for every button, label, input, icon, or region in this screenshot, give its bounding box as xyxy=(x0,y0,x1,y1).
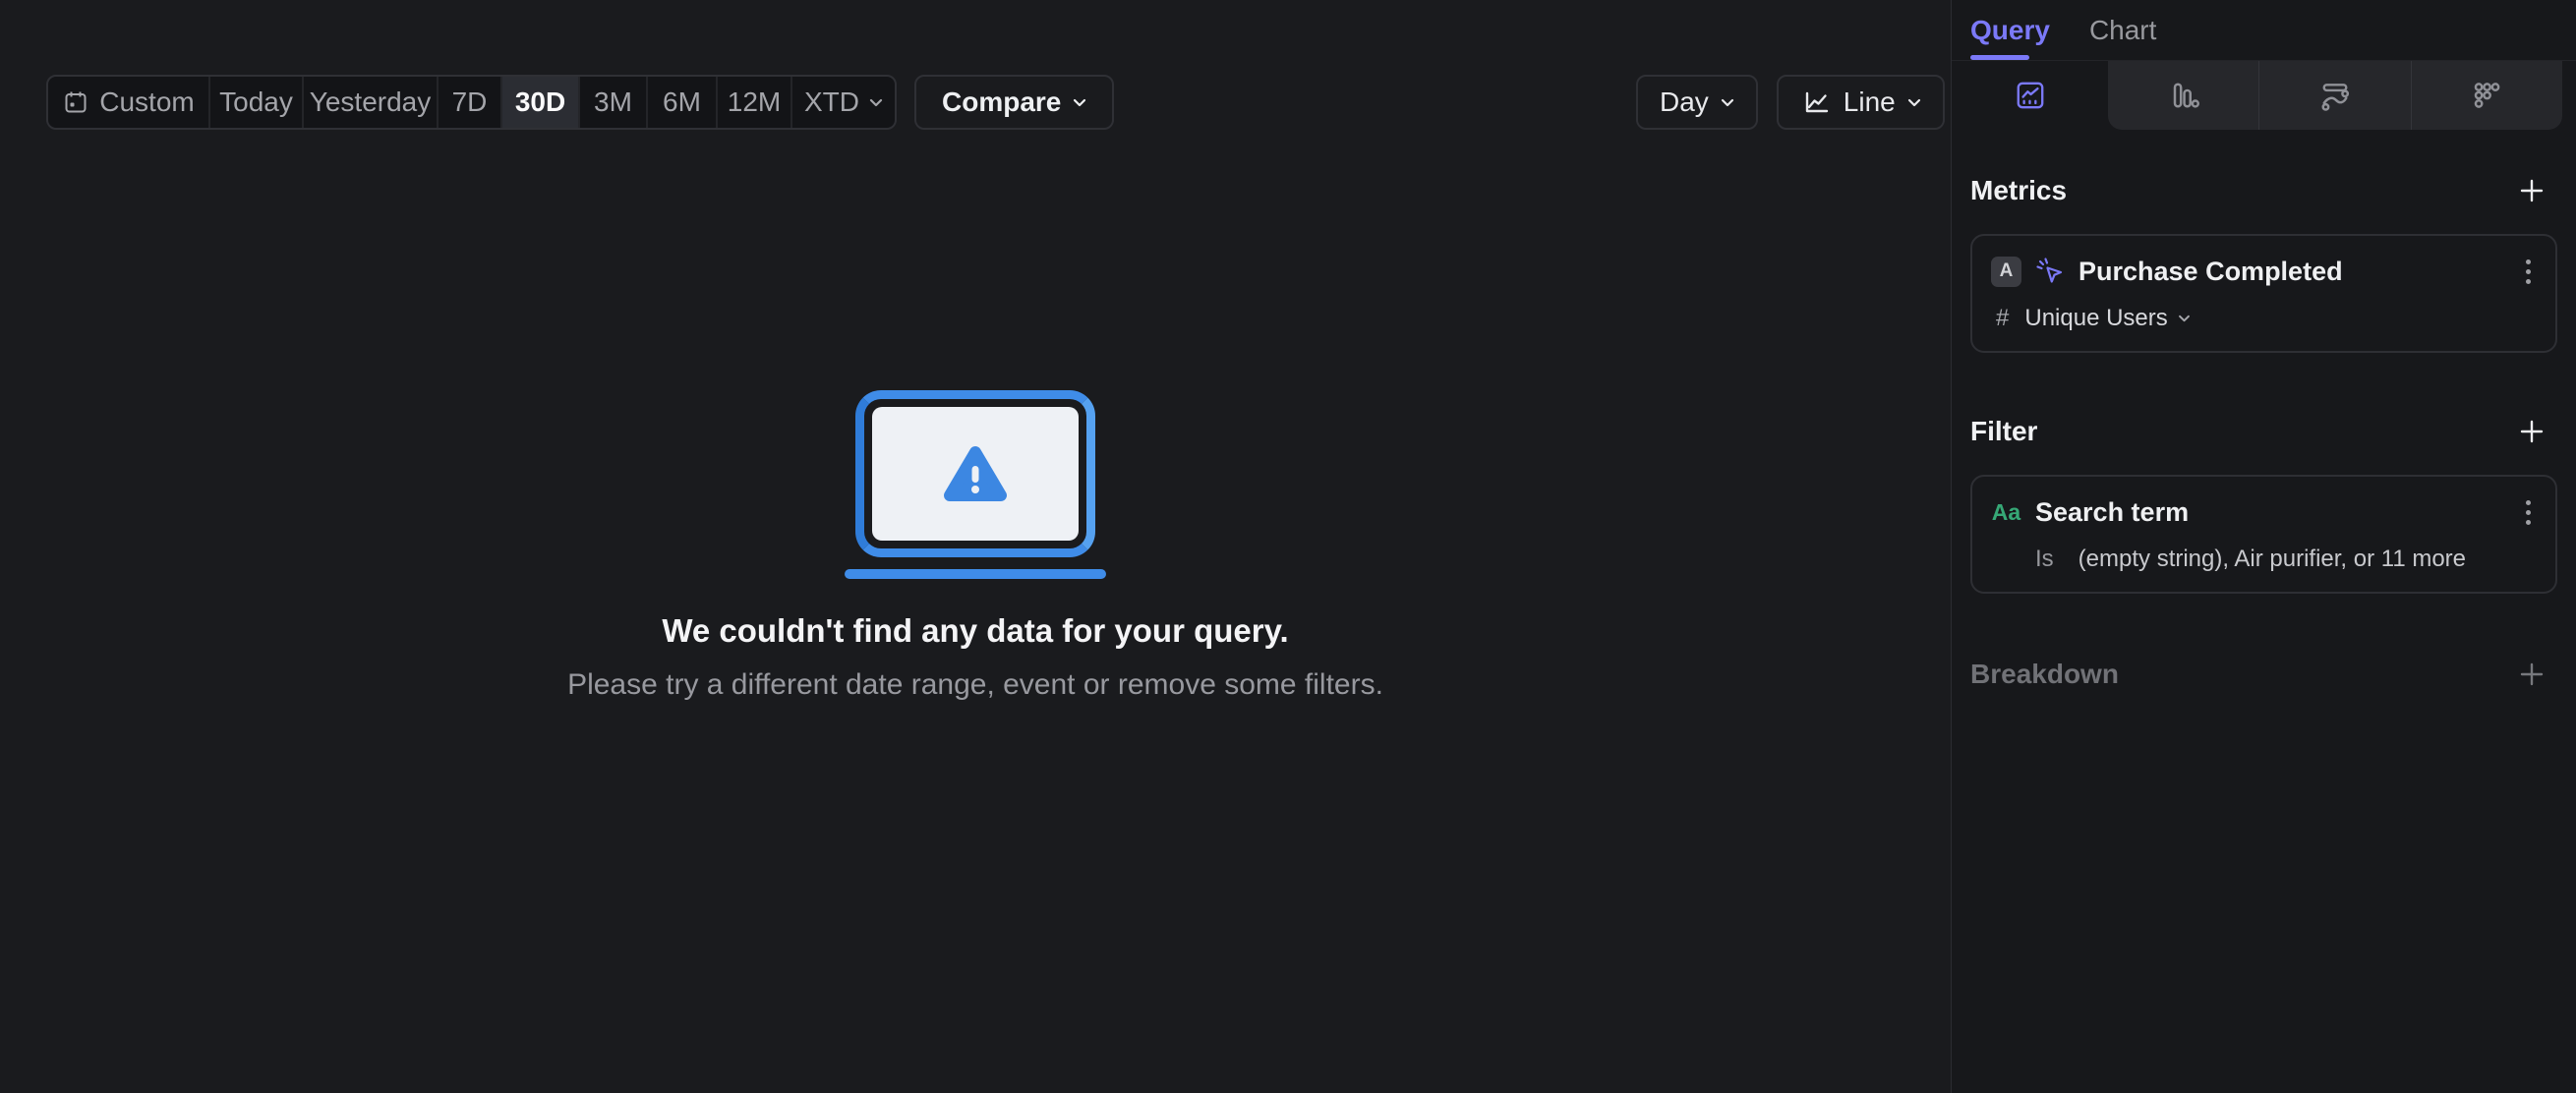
metrics-title: Metrics xyxy=(1970,175,2068,205)
active-tab-underline xyxy=(1970,55,2029,60)
chart-type-dropdown[interactable]: Line xyxy=(1776,75,1945,130)
granularity-value: Day xyxy=(1660,86,1709,117)
plus-icon xyxy=(2519,178,2545,203)
date-range-3m-button[interactable]: 3M xyxy=(580,77,648,128)
metric-options-kebab-button[interactable] xyxy=(2522,256,2535,288)
line-chart-icon xyxy=(1800,86,1832,118)
compare-button[interactable]: Compare xyxy=(914,75,1115,130)
plus-icon xyxy=(2519,662,2545,687)
date-range-custom-button[interactable]: Custom xyxy=(48,77,210,128)
chevron-down-icon xyxy=(2178,315,2191,322)
breakdown-title: Breakdown xyxy=(1970,659,2119,689)
date-range-12m-button[interactable]: 12M xyxy=(718,77,792,128)
metric-card[interactable]: A Purchase Completed # Unique Users xyxy=(1970,234,2557,353)
tab-flows[interactable] xyxy=(2258,61,2410,130)
tab-retention[interactable] xyxy=(2410,61,2562,130)
visualization-tab-strip xyxy=(1952,61,2576,130)
tab-insights[interactable] xyxy=(1952,61,2108,130)
metric-event-name: Purchase Completed xyxy=(2078,256,2343,286)
retention-dots-icon xyxy=(2469,78,2504,113)
chart-controls: Day Line xyxy=(1636,75,1945,130)
date-range-label: Today xyxy=(219,86,293,117)
date-range-label: Yesterday xyxy=(309,86,432,117)
string-property-type-icon: Aa xyxy=(1991,498,2021,525)
date-range-label: 12M xyxy=(727,86,782,117)
date-range-today-button[interactable]: Today xyxy=(210,77,304,128)
metric-card-main-row: A Purchase Completed xyxy=(1991,253,2537,290)
empty-state: We couldn't find any data for your query… xyxy=(0,390,1951,702)
aggregation-value: Unique Users xyxy=(2024,305,2168,331)
date-range-label: 7D xyxy=(451,86,488,117)
chevron-down-icon xyxy=(869,98,883,107)
empty-state-title: We couldn't find any data for your query… xyxy=(662,612,1289,649)
flows-icon xyxy=(2317,78,2353,113)
aggregation-dropdown[interactable]: Unique Users xyxy=(2024,305,2190,332)
add-metric-button[interactable] xyxy=(2514,173,2549,208)
click-event-icon xyxy=(2035,257,2065,286)
metrics-section-header: Metrics xyxy=(1970,173,2557,208)
tab-chart-label: Chart xyxy=(2088,14,2157,45)
date-range-30d-button[interactable]: 30D xyxy=(502,77,580,128)
laptop-warning-illustration xyxy=(855,390,1095,557)
tab-query-label: Query xyxy=(1970,14,2050,45)
date-range-label: 6M xyxy=(663,86,701,117)
filter-card[interactable]: Aa Search term Is (empty string), Air pu… xyxy=(1970,475,2557,594)
chart-type-value: Line xyxy=(1843,86,1896,117)
inactive-visualization-tabs xyxy=(2108,61,2562,130)
insights-line-chart-icon xyxy=(2014,79,2047,112)
date-range-label: 3M xyxy=(594,86,632,117)
date-range-group: Custom Today Yesterday 7D 30D 3M 6M 12M … xyxy=(46,75,897,130)
app-root: Custom Today Yesterday 7D 30D 3M 6M 12M … xyxy=(0,0,2576,1093)
filter-operator[interactable]: Is xyxy=(2035,546,2054,573)
filter-condition-row: Is (empty string), Air purifier, or 11 m… xyxy=(1991,546,2537,573)
tab-funnels[interactable] xyxy=(2108,61,2258,130)
date-range-6m-button[interactable]: 6M xyxy=(648,77,718,128)
chevron-down-icon xyxy=(1073,98,1086,107)
filter-card-main-row: Aa Search term xyxy=(1991,493,2537,531)
warning-triangle-icon xyxy=(942,444,1009,503)
add-filter-button[interactable] xyxy=(2514,414,2549,449)
sidebar-header: Query Chart xyxy=(1952,0,2576,61)
date-range-xtd-button[interactable]: XTD xyxy=(792,77,895,128)
filter-options-kebab-button[interactable] xyxy=(2522,496,2535,529)
series-letter-badge: A xyxy=(1991,256,2021,287)
breakdown-section-header: Breakdown xyxy=(1970,657,2557,692)
funnel-bars-icon xyxy=(2166,78,2201,113)
plus-icon xyxy=(2519,419,2545,444)
filter-values-summary[interactable]: (empty string), Air purifier, or 11 more xyxy=(2078,546,2466,573)
date-range-yesterday-button[interactable]: Yesterday xyxy=(304,77,439,128)
query-panel: Metrics A Purchase Completed # Unique Us… xyxy=(1952,173,2576,692)
chevron-down-icon xyxy=(1907,98,1921,107)
filter-section-header: Filter xyxy=(1970,414,2557,449)
date-range-7d-button[interactable]: 7D xyxy=(439,77,502,128)
filter-title: Filter xyxy=(1970,416,2038,446)
query-sidebar: Query Chart Metrics A Purchase Completed… xyxy=(1951,0,2576,1093)
date-range-label: 30D xyxy=(514,86,566,117)
tab-chart[interactable]: Chart xyxy=(2089,15,2156,46)
laptop-base xyxy=(845,569,1106,579)
granularity-dropdown[interactable]: Day xyxy=(1636,75,1758,130)
add-breakdown-button[interactable] xyxy=(2514,657,2549,692)
empty-state-subtitle: Please try a different date range, event… xyxy=(567,668,1383,701)
compare-label: Compare xyxy=(942,86,1062,117)
calendar-icon xyxy=(62,88,89,116)
main-canvas: Custom Today Yesterday 7D 30D 3M 6M 12M … xyxy=(0,0,1951,1093)
laptop-screen xyxy=(872,407,1079,541)
toolbar: Custom Today Yesterday 7D 30D 3M 6M 12M … xyxy=(46,75,1115,130)
date-range-label: Custom xyxy=(99,86,195,117)
metric-aggregation-row: # Unique Users xyxy=(1991,305,2537,332)
hash-icon: # xyxy=(1996,305,2010,331)
tab-query[interactable]: Query xyxy=(1970,15,2050,46)
chevron-down-icon xyxy=(1721,98,1734,107)
date-range-label: XTD xyxy=(804,86,859,117)
filter-property-name: Search term xyxy=(2035,496,2190,527)
